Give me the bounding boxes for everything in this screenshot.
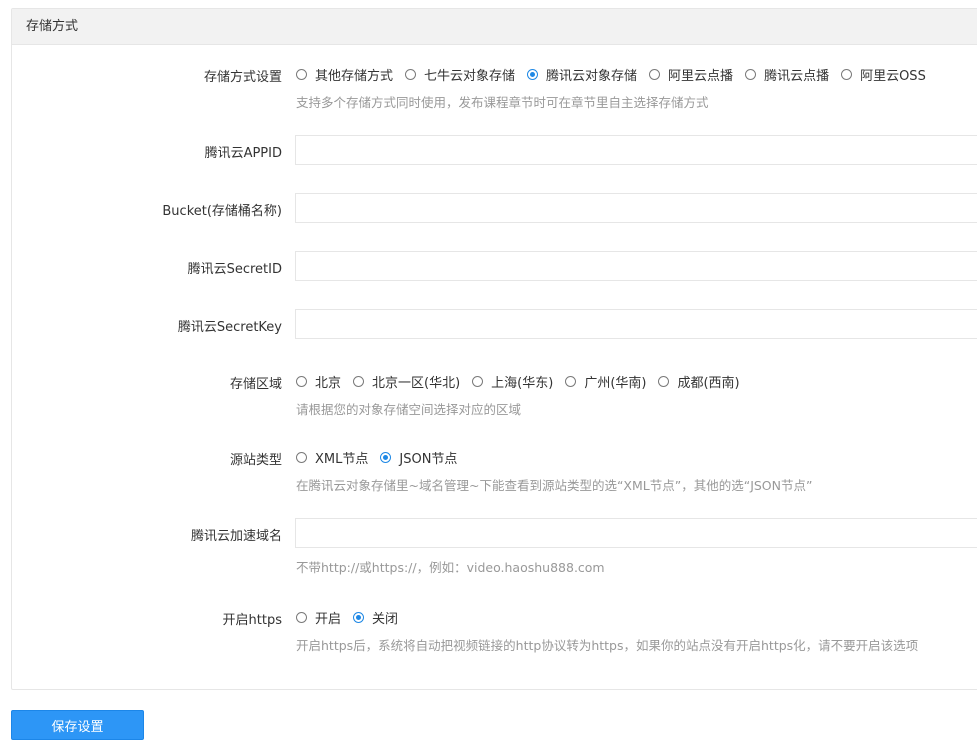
- bucket-label: Bucket(存储桶名称): [162, 204, 282, 219]
- storage-method-option[interactable]: 腾讯云对象存储: [527, 65, 637, 84]
- region-hint: 请根据您的对象存储空间选择对应的区域: [296, 402, 522, 417]
- radio-icon[interactable]: [658, 376, 670, 387]
- save-button[interactable]: 保存设置: [11, 710, 144, 740]
- option-label: 北京: [315, 376, 342, 391]
- storage-method-option[interactable]: 阿里云OSS: [841, 65, 926, 84]
- option-label: 开启: [315, 612, 342, 627]
- radio-icon[interactable]: [296, 376, 307, 387]
- radio-icon[interactable]: [405, 69, 417, 80]
- region-options: 北京 北京一区(华北) 上海(华东) 广州(华南) 成都(西南): [296, 372, 752, 391]
- storage-method-hint: 支持多个存储方式同时使用，发布课程章节时可在章节里自主选择存储方式: [296, 95, 709, 110]
- radio-icon[interactable]: [296, 452, 307, 463]
- region-option[interactable]: 成都(西南): [658, 372, 740, 391]
- bucket-input[interactable]: [295, 193, 977, 223]
- storage-method-label: 存储方式设置: [203, 70, 282, 85]
- radio-icon[interactable]: [565, 376, 577, 387]
- https-label: 开启https: [222, 613, 282, 628]
- option-label: 北京一区(华北): [372, 376, 461, 391]
- origin-type-label: 源站类型: [229, 453, 282, 468]
- region-option[interactable]: 北京: [296, 372, 341, 391]
- secret-id-input[interactable]: [295, 251, 977, 281]
- cdn-domain-hint: 不带http://或https://，例如：video.haoshu888.co…: [296, 560, 605, 575]
- secret-key-input[interactable]: [295, 309, 977, 339]
- https-options: 开启 关闭: [296, 608, 410, 627]
- option-label: 腾讯云对象存储: [546, 69, 638, 84]
- option-label: 成都(西南): [677, 376, 740, 391]
- option-label: 其他存储方式: [315, 69, 394, 84]
- option-label: 七牛云对象存储: [424, 69, 516, 84]
- https-option[interactable]: 关闭: [353, 608, 398, 627]
- option-label: 阿里云点播: [668, 69, 734, 84]
- radio-icon[interactable]: [649, 69, 661, 80]
- option-label: 阿里云OSS: [860, 69, 926, 84]
- appid-label: 腾讯云APPID: [204, 146, 282, 161]
- storage-method-option[interactable]: 阿里云点播: [649, 65, 733, 84]
- storage-method-option[interactable]: 其他存储方式: [296, 65, 393, 84]
- radio-icon[interactable]: [472, 376, 484, 387]
- cdn-domain-input[interactable]: [295, 518, 977, 548]
- radio-icon[interactable]: [841, 69, 853, 80]
- radio-icon[interactable]: [380, 452, 392, 463]
- radio-icon[interactable]: [296, 612, 307, 623]
- radio-icon[interactable]: [745, 69, 757, 80]
- appid-input[interactable]: [295, 135, 977, 165]
- origin-type-option[interactable]: XML节点: [296, 448, 368, 467]
- option-label: JSON节点: [399, 452, 458, 467]
- storage-method-option[interactable]: 腾讯云点播: [745, 65, 829, 84]
- radio-icon[interactable]: [296, 69, 307, 80]
- radio-icon[interactable]: [353, 376, 365, 387]
- storage-method-option[interactable]: 七牛云对象存储: [405, 65, 515, 84]
- secret-key-label: 腾讯云SecretKey: [177, 320, 282, 335]
- radio-icon[interactable]: [353, 612, 365, 623]
- option-label: XML节点: [315, 452, 369, 467]
- storage-panel: 存储方式 存储方式设置 其他存储方式 七牛云对象存储 腾讯云对象存储 阿里云点播 腾讯云…: [11, 8, 977, 690]
- option-label: 腾讯云点播: [764, 69, 830, 84]
- region-option[interactable]: 上海(华东): [472, 372, 553, 391]
- storage-method-options: 其他存储方式 七牛云对象存储 腾讯云对象存储 阿里云点播 腾讯云点播 阿里云OSS: [296, 65, 938, 84]
- panel-title: 存储方式: [12, 9, 977, 45]
- option-label: 关闭: [372, 612, 399, 627]
- region-label: 存储区域: [229, 377, 282, 392]
- origin-type-options: XML节点 JSON节点: [296, 448, 469, 467]
- https-hint: 开启https后，系统将自动把视频链接的http协议转为https，如果你的站点…: [296, 638, 919, 653]
- region-option[interactable]: 北京一区(华北): [353, 372, 460, 391]
- cdn-domain-label: 腾讯云加速域名: [190, 529, 282, 544]
- option-label: 广州(华南): [584, 376, 647, 391]
- secret-id-label: 腾讯云SecretID: [187, 262, 282, 277]
- origin-type-option[interactable]: JSON节点: [380, 448, 457, 467]
- origin-type-hint: 在腾讯云对象存储里~域名管理~下能查看到源站类型的选“XML节点”，其他的选“J…: [296, 478, 813, 493]
- region-option[interactable]: 广州(华南): [565, 372, 646, 391]
- option-label: 上海(华东): [491, 376, 554, 391]
- https-option[interactable]: 开启: [296, 608, 341, 627]
- radio-icon[interactable]: [527, 69, 539, 80]
